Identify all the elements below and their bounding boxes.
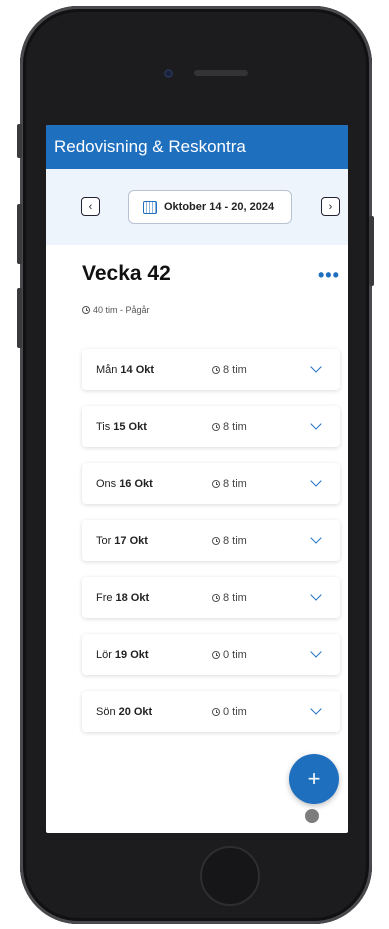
day-hours: 8 tim	[212, 535, 247, 547]
clock-icon	[212, 593, 220, 602]
add-entry-button[interactable]: +	[289, 754, 339, 804]
home-button[interactable]	[200, 846, 260, 906]
more-horizontal-icon[interactable]: •••	[318, 265, 340, 286]
day-row[interactable]: Lör 19 Okt 0 tim	[82, 634, 340, 675]
day-label: Lör 19 Okt	[96, 649, 149, 661]
day-date: 14 Okt	[120, 363, 155, 376]
day-row[interactable]: Tis 15 Okt 8 tim	[82, 406, 340, 447]
clock-icon	[212, 479, 220, 488]
weekday: Sön	[96, 705, 116, 718]
app-title: Redovisning & Reskontra	[54, 137, 246, 156]
day-hours: 0 tim	[212, 649, 247, 661]
volume-down-button	[17, 288, 22, 348]
day-date: 16 Okt	[119, 477, 153, 490]
hours-value: 0 tim	[223, 705, 247, 718]
day-date: 20 Okt	[118, 705, 153, 718]
date-range-label: Oktober 14 - 20, 2024	[164, 201, 275, 213]
day-date: 18 Okt	[115, 591, 150, 604]
previous-week-button[interactable]: ‹	[81, 197, 100, 216]
day-hours: 0 tim	[212, 706, 247, 718]
power-button	[369, 216, 374, 286]
chevron-down-icon[interactable]	[310, 703, 322, 715]
day-label: Fre 18 Okt	[96, 592, 149, 604]
day-label: Mån 14 Okt	[96, 364, 154, 376]
chevron-down-icon[interactable]	[310, 418, 322, 430]
chevron-left-icon: ‹	[88, 200, 93, 213]
day-date: 17 Okt	[114, 534, 148, 547]
touch-indicator	[305, 809, 319, 823]
weekday: Ons	[96, 477, 117, 490]
chevron-down-icon[interactable]	[310, 361, 322, 373]
hours-value: 8 tim	[223, 420, 247, 433]
week-summary: 40 tim - Pågår	[82, 305, 150, 315]
clock-icon	[212, 650, 220, 659]
next-week-button[interactable]: ›	[321, 197, 340, 216]
date-navigation: ‹ Oktober 14 - 20, 2024 ›	[46, 169, 348, 245]
clock-icon	[82, 306, 90, 314]
day-label: Ons 16 Okt	[96, 478, 153, 490]
day-hours: 8 tim	[212, 478, 247, 490]
clock-icon	[212, 422, 220, 431]
app-header: Redovisning & Reskontra	[46, 125, 348, 169]
day-hours: 8 tim	[212, 364, 247, 376]
weekday: Lör	[96, 648, 112, 661]
chevron-down-icon[interactable]	[310, 589, 322, 601]
clock-icon	[212, 536, 220, 545]
hours-value: 8 tim	[223, 534, 247, 547]
hours-value: 8 tim	[223, 591, 247, 604]
chevron-down-icon[interactable]	[310, 646, 322, 658]
day-date: 15 Okt	[113, 420, 147, 433]
clock-icon	[212, 365, 220, 374]
chevron-right-icon: ›	[328, 200, 333, 213]
calendar-icon	[143, 200, 157, 214]
volume-up-button	[17, 204, 22, 264]
day-row[interactable]: Tor 17 Okt 8 tim	[82, 520, 340, 561]
hours-value: 8 tim	[223, 363, 247, 376]
day-list: Mån 14 Okt 8 tim Tis 15 Okt 8 tim Ons 16…	[82, 349, 340, 748]
day-label: Sön 20 Okt	[96, 706, 152, 718]
chevron-down-icon[interactable]	[310, 532, 322, 544]
hours-value: 8 tim	[223, 477, 247, 490]
day-label: Tor 17 Okt	[96, 535, 148, 547]
earpiece-speaker	[194, 70, 248, 76]
plus-icon: +	[307, 766, 321, 791]
weekday: Fre	[96, 591, 113, 604]
day-row[interactable]: Sön 20 Okt 0 tim	[82, 691, 340, 732]
day-label: Tis 15 Okt	[96, 421, 147, 433]
day-hours: 8 tim	[212, 592, 247, 604]
week-title: Vecka 42	[82, 262, 171, 285]
hours-value: 0 tim	[223, 648, 247, 661]
front-camera	[164, 69, 173, 78]
day-hours: 8 tim	[212, 421, 247, 433]
day-row[interactable]: Fre 18 Okt 8 tim	[82, 577, 340, 618]
day-row[interactable]: Mån 14 Okt 8 tim	[82, 349, 340, 390]
week-summary-text: 40 tim - Pågår	[93, 305, 150, 315]
day-row[interactable]: Ons 16 Okt 8 tim	[82, 463, 340, 504]
mute-switch	[17, 124, 22, 158]
clock-icon	[212, 707, 220, 716]
date-range-picker[interactable]: Oktober 14 - 20, 2024	[128, 190, 292, 224]
weekday: Tis	[96, 420, 111, 433]
app-screen: Redovisning & Reskontra ‹ Oktober 14 - 2…	[46, 125, 348, 833]
day-date: 19 Okt	[114, 648, 149, 661]
weekday: Tor	[96, 534, 112, 547]
chevron-down-icon[interactable]	[310, 475, 322, 487]
weekday: Mån	[96, 363, 118, 376]
